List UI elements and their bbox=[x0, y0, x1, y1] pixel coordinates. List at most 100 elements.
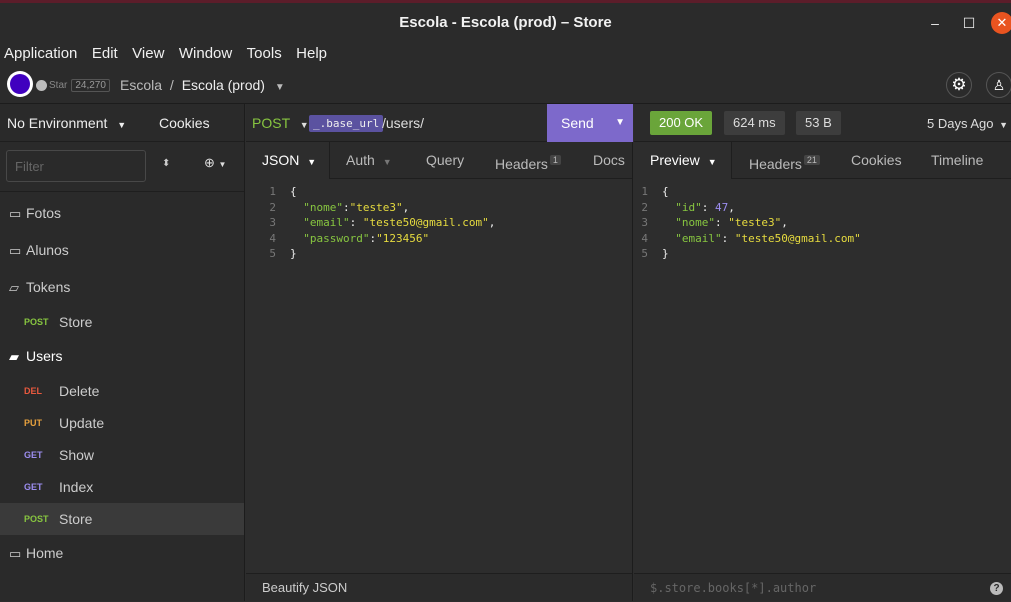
breadcrumb-environment[interactable]: Escola (prod) bbox=[182, 77, 265, 93]
folder-label: Home bbox=[26, 545, 64, 561]
account-icon[interactable]: ♙ bbox=[986, 72, 1011, 98]
request-tokens-store[interactable]: POST Store bbox=[0, 306, 244, 338]
environment-selector[interactable]: No Environment ▼ bbox=[7, 104, 126, 144]
close-button[interactable]: ✕ bbox=[991, 12, 1011, 34]
json-key: "nome" bbox=[675, 216, 715, 229]
send-button[interactable]: Send ▼ bbox=[547, 104, 633, 142]
menu-edit[interactable]: Edit bbox=[92, 42, 118, 66]
tab-json[interactable]: JSON ▼ bbox=[246, 142, 330, 179]
sort-icon[interactable]: ⬍ bbox=[162, 158, 170, 169]
tab-auth[interactable]: Auth ▼ bbox=[334, 142, 404, 179]
folder-icon: ▭ bbox=[9, 206, 22, 221]
method-badge: POST bbox=[24, 514, 49, 524]
title-bar: Escola - Escola (prod) – Store – ☐ ✕ bbox=[0, 0, 1011, 42]
cookies-button[interactable]: Cookies bbox=[159, 104, 210, 142]
line-number: 5 bbox=[269, 247, 276, 260]
json-separator: : bbox=[349, 216, 363, 229]
folder-alunos[interactable]: ▭ Alunos bbox=[0, 232, 244, 269]
request-label: Delete bbox=[59, 383, 100, 399]
url-bar: POST ▼ _.base_url /users/ Send ▼ bbox=[246, 104, 633, 142]
code-line: 1{ bbox=[634, 184, 861, 200]
tab-label: Query bbox=[426, 152, 465, 168]
window-title: Escola - Escola (prod) – Store bbox=[399, 14, 612, 31]
request-pane: POST ▼ _.base_url /users/ Send ▼ JSON ▼ A… bbox=[246, 104, 633, 601]
code-line: 2 "id": 47, bbox=[634, 200, 861, 216]
request-users-update[interactable]: PUT Update bbox=[0, 407, 244, 439]
json-separator: : bbox=[721, 231, 735, 245]
breadcrumb-workspace[interactable]: Escola bbox=[120, 77, 162, 93]
menu-help[interactable]: Help bbox=[296, 42, 327, 66]
json-key: "id" bbox=[675, 200, 702, 214]
chevron-down-icon[interactable]: ▼ bbox=[615, 104, 625, 142]
menu-view[interactable]: View bbox=[132, 42, 164, 66]
menu-window[interactable]: Window bbox=[179, 42, 232, 66]
insomnia-logo-icon[interactable] bbox=[7, 71, 33, 97]
json-key: "email" bbox=[675, 231, 722, 245]
breadcrumb[interactable]: Escola / Escola (prod) ▼ bbox=[120, 77, 285, 93]
add-item-icon[interactable]: ⊕ ▼ bbox=[204, 155, 226, 171]
request-users-index[interactable]: GET Index bbox=[0, 471, 244, 503]
request-users-store[interactable]: POST Store bbox=[0, 503, 244, 535]
menu-tools[interactable]: Tools bbox=[247, 42, 282, 66]
method-badge: GET bbox=[24, 482, 43, 492]
response-body-viewer[interactable]: 1{ 2 "id": 47, 3 "nome": "teste3", 4 "em… bbox=[634, 184, 861, 262]
maximize-button[interactable]: ☐ bbox=[958, 12, 980, 34]
folder-label: Users bbox=[26, 348, 63, 364]
request-users-show[interactable]: GET Show bbox=[0, 439, 244, 471]
request-label: Index bbox=[59, 479, 94, 495]
json-value: "teste50@gmail.com" bbox=[734, 231, 861, 245]
tab-cookies[interactable]: Cookies bbox=[839, 142, 914, 179]
code-line: 2 "nome":"teste3", bbox=[246, 200, 495, 216]
code-line: 4 "email": "teste50@gmail.com" bbox=[634, 231, 861, 247]
folder-tokens[interactable]: ▱ Tokens bbox=[0, 269, 244, 306]
chevron-down-icon: ▼ bbox=[299, 120, 309, 130]
json-key: "email" bbox=[303, 216, 350, 229]
history-dropdown[interactable]: 5 Days Ago ▼ bbox=[927, 116, 1008, 131]
tab-headers[interactable]: Headers 1 bbox=[483, 142, 573, 179]
json-punct: , bbox=[781, 216, 788, 229]
url-input[interactable]: /users/ bbox=[382, 115, 424, 131]
response-filter-input[interactable]: $.store.books[*].author bbox=[634, 573, 1011, 601]
filter-row: Filter ⬍ ⊕ ▼ bbox=[0, 142, 244, 192]
menu-application[interactable]: Application bbox=[4, 42, 77, 66]
method-badge: GET bbox=[24, 450, 43, 460]
tab-preview[interactable]: Preview ▼ bbox=[634, 142, 732, 179]
tab-timeline[interactable]: Timeline bbox=[919, 142, 995, 179]
response-pane: 200 OK 624 ms 53 B 5 Days Ago ▼ Preview … bbox=[634, 104, 1011, 601]
beautify-json-button[interactable]: Beautify JSON bbox=[246, 573, 632, 601]
method-selector[interactable]: POST ▼ bbox=[252, 115, 309, 131]
folder-home[interactable]: ▭ Home bbox=[0, 535, 244, 572]
help-icon[interactable]: ? bbox=[990, 582, 1003, 595]
settings-gear-icon[interactable]: ⚙ bbox=[946, 72, 972, 98]
line-number: 1 bbox=[269, 185, 276, 198]
filter-input[interactable]: Filter bbox=[6, 150, 146, 182]
request-users-delete[interactable]: DEL Delete bbox=[0, 375, 244, 407]
response-status-bar: 200 OK 624 ms 53 B 5 Days Ago ▼ bbox=[634, 104, 1011, 142]
request-body-editor[interactable]: 1{ 2 "nome":"teste3", 3 "email": "teste5… bbox=[246, 184, 495, 262]
base-url-variable-tag[interactable]: _.base_url bbox=[309, 115, 384, 132]
minimize-button[interactable]: – bbox=[924, 12, 946, 34]
star-count: 24,270 bbox=[71, 78, 110, 92]
line-number: 5 bbox=[641, 247, 648, 260]
tab-response-headers[interactable]: Headers 21 bbox=[737, 142, 832, 179]
tab-label: Cookies bbox=[851, 152, 902, 168]
code-text: } bbox=[662, 247, 669, 260]
code-line: 3 "nome": "teste3", bbox=[634, 215, 861, 231]
folder-fotos[interactable]: ▭ Fotos bbox=[0, 195, 244, 232]
chevron-down-icon: ▼ bbox=[999, 120, 1009, 130]
send-label: Send bbox=[561, 115, 594, 131]
json-value: 47 bbox=[715, 200, 729, 214]
code-text: { bbox=[662, 185, 669, 198]
github-star-badge[interactable]: Star 24,270 bbox=[36, 77, 110, 93]
tab-query[interactable]: Query bbox=[414, 142, 476, 179]
folder-users[interactable]: ▰ Users bbox=[0, 338, 244, 375]
request-label: Update bbox=[59, 415, 105, 431]
tab-docs[interactable]: Docs bbox=[581, 142, 637, 179]
code-line: 3 "email": "teste50@gmail.com", bbox=[246, 215, 495, 231]
response-time-badge: 624 ms bbox=[724, 111, 785, 135]
line-number: 3 bbox=[269, 216, 276, 229]
request-label: Store bbox=[59, 314, 93, 330]
json-key: "password" bbox=[303, 231, 370, 245]
history-label: 5 Days Ago bbox=[927, 116, 994, 131]
method-badge: DEL bbox=[24, 386, 42, 396]
